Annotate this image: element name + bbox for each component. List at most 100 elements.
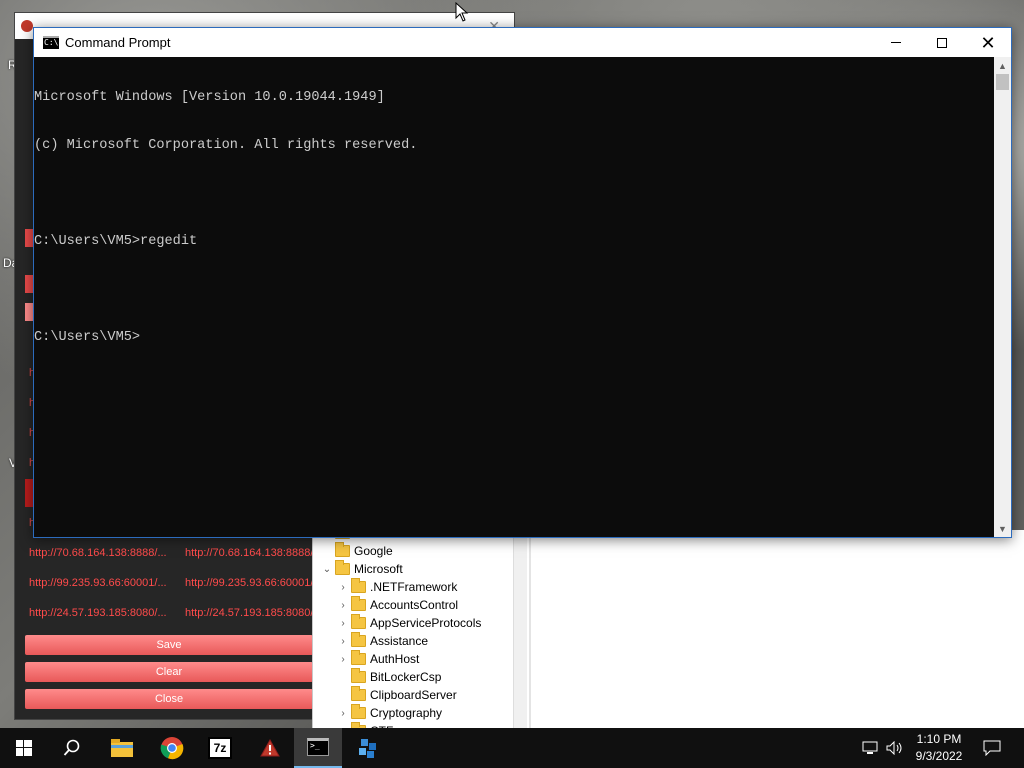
save-button[interactable]: Save [25, 635, 313, 655]
action-center-button[interactable] [980, 728, 1004, 768]
close-icon: ✕ [980, 32, 996, 53]
notification-icon [983, 740, 1001, 756]
chevron-right-icon[interactable]: › [337, 636, 349, 647]
chevron-right-icon[interactable]: › [337, 582, 349, 593]
minimize-icon [891, 42, 901, 43]
chevron-right-icon[interactable]: › [337, 708, 349, 719]
url-link[interactable]: http://70.68.164.138:8888/... [185, 547, 319, 559]
url-row[interactable]: http://24.57.193.185:8080/... http://24.5… [29, 607, 319, 623]
folder-icon [335, 560, 350, 575]
registry-tree-item[interactable]: › Cryptography [337, 704, 442, 722]
url-link[interactable]: http://70.68.164.138:8888/... [29, 547, 185, 559]
pane-divider[interactable] [529, 530, 531, 728]
window-title: Command Prompt [65, 35, 171, 50]
network-icon [862, 741, 878, 754]
taskbar: 7z >_ 1:10 PM 9/3/2022 [0, 728, 1024, 768]
command-prompt-window[interactable]: C:\ Command Prompt ✕ Microsoft Windows [… [33, 27, 1012, 538]
folder-icon [351, 578, 366, 593]
folder-icon [351, 650, 366, 665]
registry-key-label: Assistance [370, 634, 429, 648]
folder-icon [111, 739, 133, 757]
registry-tree-item[interactable]: ⌄ Microsoft [321, 560, 403, 578]
7zip-icon: 7z [208, 737, 232, 759]
warning-icon [260, 739, 280, 757]
search-icon [63, 739, 80, 756]
registry-key-label: ClipboardServer [370, 688, 457, 702]
url-row[interactable]: http://99.235.93.66:60001/... http://99.2… [29, 577, 319, 593]
close-button[interactable]: ✕ [965, 28, 1011, 57]
console-line: C:\Users\VM5>regedit [34, 234, 198, 249]
console-scrollbar[interactable]: ▲ ▼ [994, 57, 1011, 537]
volume-icon [886, 741, 902, 755]
chevron-right-icon[interactable]: › [337, 654, 349, 665]
registry-tree-item[interactable]: Google [321, 542, 393, 560]
registry-key-label: Microsoft [354, 562, 403, 576]
chevron-right-icon[interactable]: › [337, 618, 349, 629]
folder-icon [351, 596, 366, 611]
start-button[interactable] [0, 728, 48, 768]
file-explorer-button[interactable] [98, 728, 146, 768]
clock-time: 1:10 PM [916, 732, 962, 746]
url-link[interactable]: http://24.57.193.185:8080/... [29, 607, 185, 619]
registry-editor-icon [359, 739, 376, 758]
scroll-down-icon[interactable]: ▼ [994, 520, 1011, 537]
registry-key-label: .NETFramework [370, 580, 458, 594]
registry-key-label: AccountsControl [370, 598, 459, 612]
registry-tree-item[interactable]: › AccountsControl [337, 596, 458, 614]
clear-button[interactable]: Clear [25, 662, 313, 682]
folder-icon [351, 704, 366, 719]
minimize-button[interactable] [873, 28, 919, 57]
url-link[interactable]: http://99.235.93.66:60001/... [29, 577, 185, 589]
registry-tree-item[interactable]: › Assistance [337, 632, 428, 650]
command-prompt-titlebar[interactable]: C:\ Command Prompt ✕ [34, 28, 1011, 57]
registry-key-label: Google [354, 544, 393, 558]
alert-app-button[interactable] [246, 728, 294, 768]
scroll-up-icon[interactable]: ▲ [994, 57, 1011, 74]
app-icon [21, 20, 33, 32]
console-line: (c) Microsoft Corporation. All rights re… [34, 138, 418, 153]
7zip-button[interactable]: 7z [196, 728, 244, 768]
url-link[interactable]: http://24.57.193.185:8080/... [185, 607, 319, 619]
scroll-thumb[interactable] [996, 74, 1009, 90]
registry-tree[interactable]: ›ClassesGoogle⌄Microsoft›.NETFramework›A… [313, 530, 525, 728]
url-link[interactable]: http://99.235.93.66:60001/... [185, 577, 319, 589]
network-tray-button[interactable] [860, 728, 882, 768]
registry-tree-item[interactable]: › AuthHost [337, 650, 419, 668]
url-row[interactable]: http://70.68.164.138:8888/... http://70.6… [29, 547, 319, 563]
registry-key-label: AuthHost [370, 652, 420, 666]
registry-key-label: AppServiceProtocols [370, 616, 482, 630]
folder-icon [351, 632, 366, 647]
folder-icon [351, 614, 366, 629]
windows-logo-icon [16, 740, 32, 756]
console-line: Microsoft Windows [Version 10.0.19044.19… [34, 90, 385, 105]
console-prompt[interactable]: C:\Users\VM5> [34, 330, 995, 346]
chrome-button[interactable] [148, 728, 196, 768]
close-button[interactable]: Close [25, 689, 313, 709]
command-prompt-taskbar-button[interactable]: >_ [294, 728, 342, 768]
clock-date: 9/3/2022 [915, 749, 963, 763]
maximize-button[interactable] [919, 28, 965, 57]
maximize-icon [937, 37, 947, 48]
volume-tray-button[interactable] [884, 728, 906, 768]
registry-tree-item[interactable]: › .NETFramework [337, 578, 457, 596]
cmd-icon: >_ [307, 738, 329, 756]
cmd-icon: C:\ [43, 36, 59, 49]
registry-editor-window[interactable]: ›ClassesGoogle⌄Microsoft›.NETFramework›A… [312, 530, 1024, 728]
registry-tree-item[interactable]: ClipboardServer [337, 686, 457, 704]
registry-tree-item[interactable]: › AppServiceProtocols [337, 614, 481, 632]
console-output[interactable]: Microsoft Windows [Version 10.0.19044.19… [34, 57, 995, 537]
mouse-cursor-icon [455, 2, 469, 22]
registry-tree-item[interactable]: BitLockerCsp [337, 668, 441, 686]
tree-scrollbar[interactable] [513, 530, 527, 728]
registry-key-label: BitLockerCsp [370, 670, 442, 684]
chevron-down-icon[interactable]: ⌄ [321, 564, 333, 575]
chevron-right-icon[interactable]: › [337, 600, 349, 611]
folder-icon [351, 686, 366, 701]
folder-icon [351, 668, 366, 683]
registry-editor-taskbar-button[interactable] [344, 728, 392, 768]
chrome-icon [160, 737, 184, 760]
clock[interactable]: 1:10 PM 9/3/2022 [905, 731, 973, 765]
search-button[interactable] [48, 728, 96, 768]
